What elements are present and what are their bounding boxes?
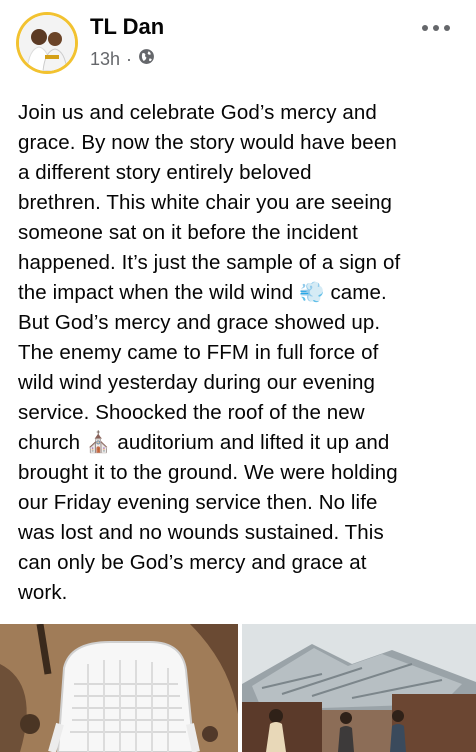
author-name[interactable]: TL Dan bbox=[90, 14, 164, 40]
post-timestamp[interactable]: 13h bbox=[90, 49, 120, 70]
photo-chair[interactable] bbox=[0, 624, 238, 752]
photo-collapsed-roof[interactable] bbox=[242, 624, 476, 752]
avatar[interactable] bbox=[16, 12, 78, 74]
more-options-icon[interactable] bbox=[422, 18, 450, 38]
meta-separator: · bbox=[126, 48, 133, 69]
post-text: Join us and celebrate God’s mercy and gr… bbox=[18, 101, 401, 604]
avatar-photo bbox=[19, 15, 75, 71]
photo-grid bbox=[0, 624, 476, 752]
post-meta: 13h · bbox=[90, 48, 155, 70]
post-header: TL Dan 13h · bbox=[16, 12, 460, 76]
globe-icon bbox=[138, 48, 155, 70]
